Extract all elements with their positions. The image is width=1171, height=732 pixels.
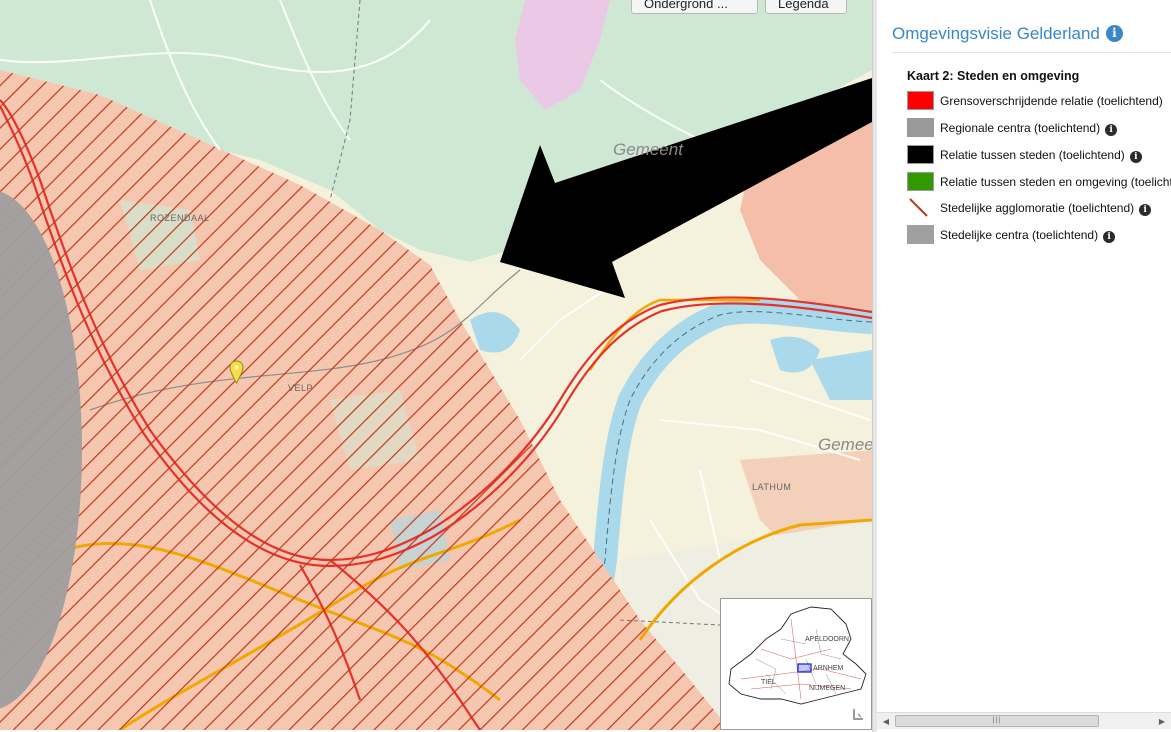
place-label-velp: VELP (288, 383, 314, 393)
scrollbar-thumb[interactable]: ||| (895, 715, 1099, 727)
legend-heading: Kaart 2: Steden en omgeving (907, 69, 1080, 83)
legend-swatch (907, 225, 934, 244)
info-icon[interactable]: i (1105, 25, 1123, 42)
panel-horizontal-scrollbar[interactable]: ◀ ||| ▶ (877, 712, 1171, 729)
overview-label-tiel: TIEL (761, 679, 776, 686)
place-label-lathum: LATHUM (752, 482, 792, 492)
side-panel: Omgevingsvisie Gelderland i Kaart 2: Sted… (877, 0, 1171, 732)
basemap-button[interactable]: Ondergrond ... (631, 0, 758, 14)
legend-swatch (907, 172, 934, 191)
legend-label: Relatie tussen steden en omgeving (toeli… (940, 175, 1171, 189)
legend-label: Stedelijke centra (toelichtend) (940, 228, 1099, 242)
legend-label: Stedelijke agglomoratie (toelichtend) (940, 201, 1135, 215)
scroll-left-arrow-icon[interactable]: ◀ (878, 714, 894, 729)
info-icon[interactable]: i (1129, 151, 1142, 163)
panel-title-text: Omgevingsvisie Gelderland (892, 24, 1100, 43)
place-label-rozendaal: ROZENDAAL (150, 213, 210, 223)
panel-divider (892, 52, 1171, 53)
panel-title: Omgevingsvisie Gelderland i (892, 24, 1123, 44)
overview-extent-box (797, 663, 812, 673)
legend-label: Grensoverschrijdende relatie (toelichten… (940, 94, 1163, 108)
map-view[interactable]: ROZENDAAL VELP LATHUM Gemeent Gemeen Ond… (0, 0, 872, 730)
legend-swatch (907, 145, 934, 164)
info-icon[interactable]: i (1139, 204, 1152, 216)
overview-label-arnhem: ARNHEM (813, 665, 844, 672)
resize-handle-icon[interactable] (850, 706, 866, 722)
overview-province-shape (728, 606, 867, 705)
legend-label: Relatie tussen steden (toelichtend) (940, 148, 1125, 162)
info-icon[interactable]: i (1105, 124, 1118, 136)
municipality-label-top: Gemeent (613, 140, 683, 159)
legend-swatch-hatch (909, 198, 928, 217)
legend-swatch (907, 91, 934, 110)
overview-label-apeldoorn: APELDOORN (805, 636, 849, 643)
municipality-label-right: Gemeen (818, 435, 872, 454)
overview-label-nijmegen: NIJMEGEN (809, 685, 846, 692)
scroll-right-arrow-icon[interactable]: ▶ (1154, 714, 1170, 729)
info-icon[interactable]: i (1103, 231, 1116, 243)
legend-swatch (907, 118, 934, 137)
map-pin-icon[interactable] (229, 360, 244, 384)
legend-button[interactable]: Legenda (765, 0, 847, 14)
legend-label: Regionale centra (toelichtend) (940, 121, 1101, 135)
